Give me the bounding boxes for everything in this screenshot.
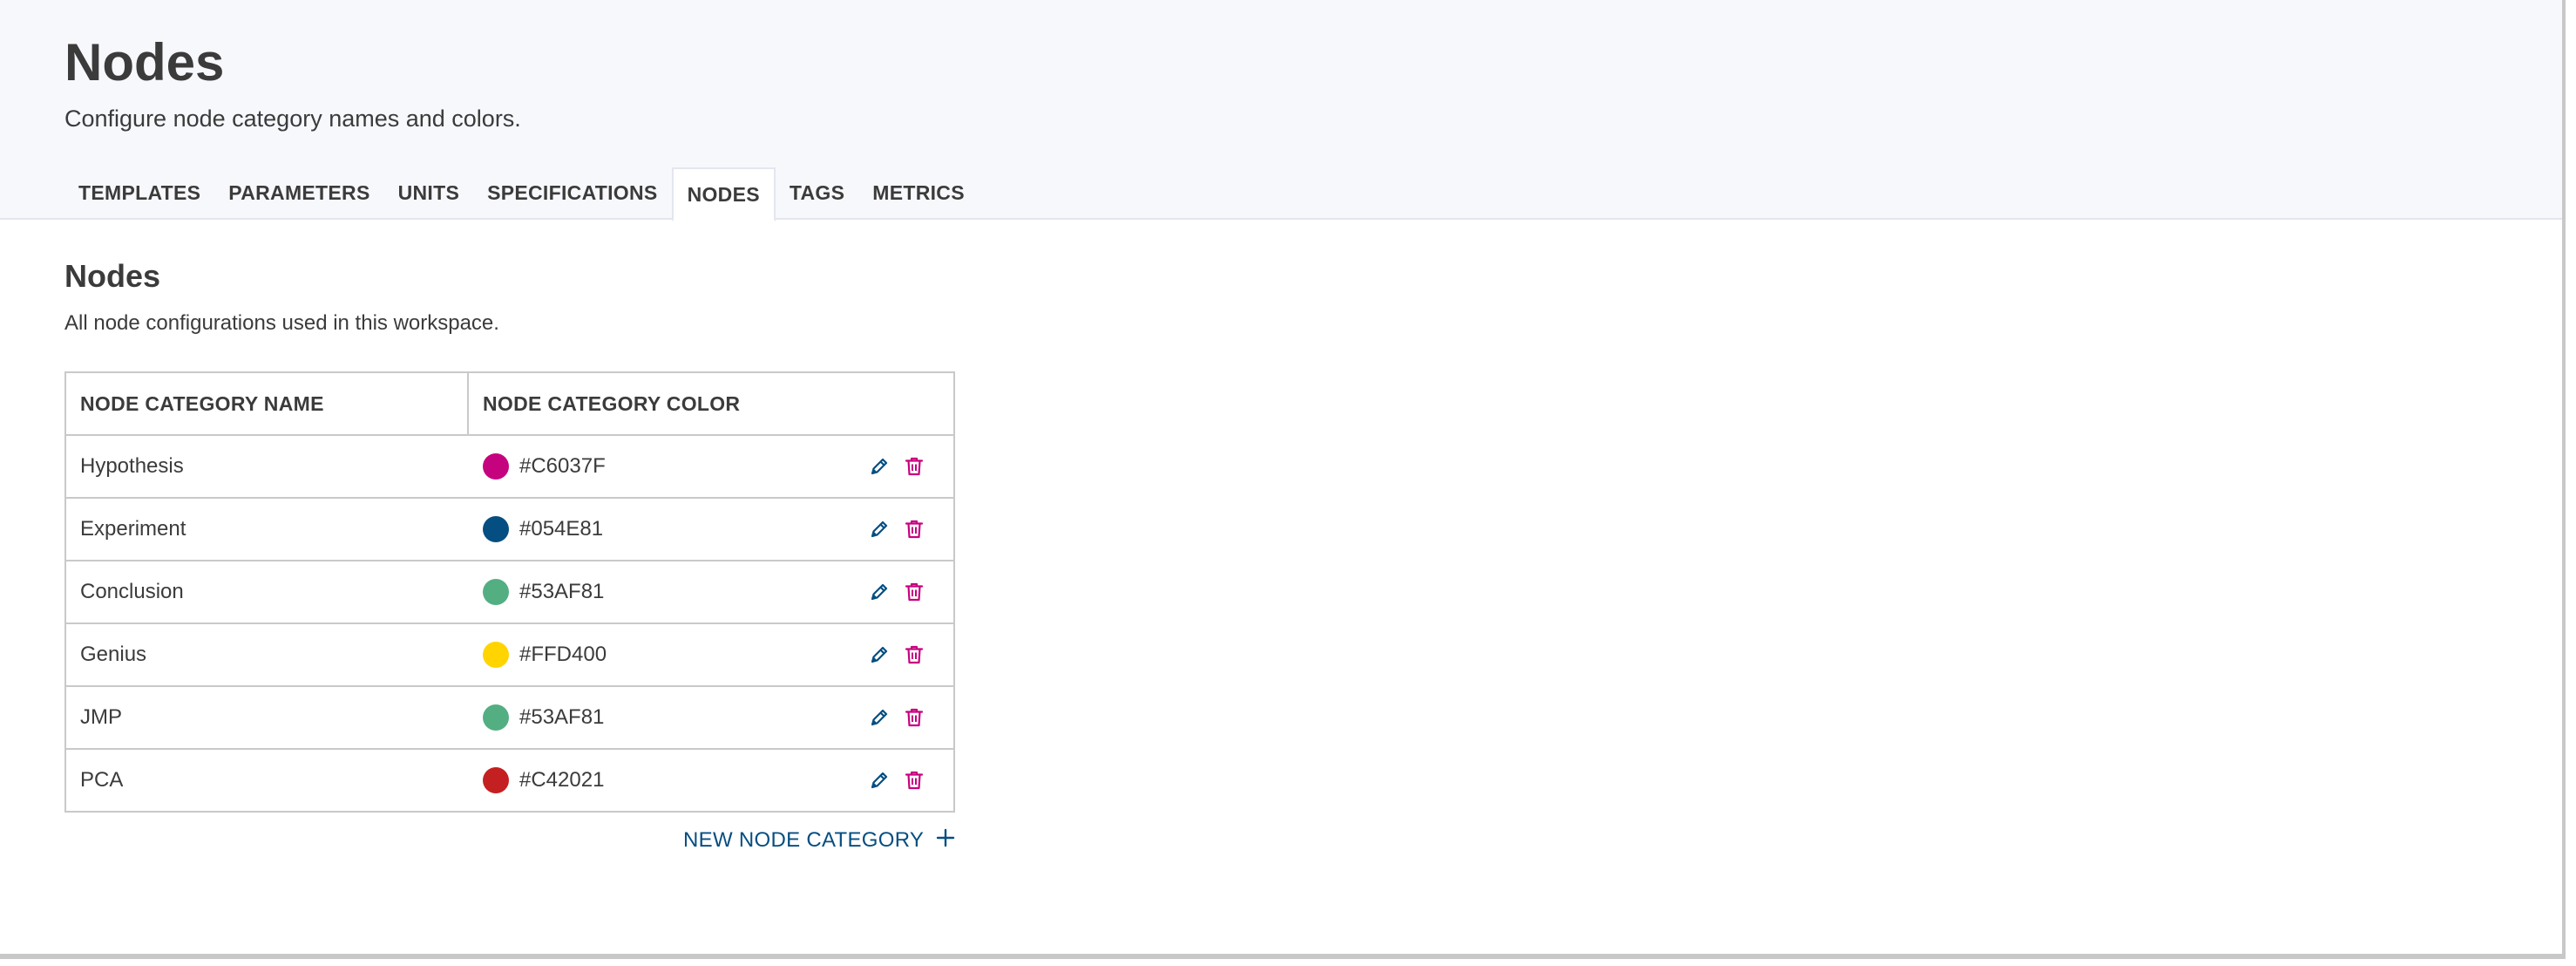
trash-icon[interactable] <box>901 704 927 731</box>
row-actions <box>866 579 927 605</box>
table-row: JMP #53AF81 <box>66 687 953 750</box>
color-swatch <box>483 516 509 542</box>
node-category-name: Genius <box>80 643 147 666</box>
color-hex: #53AF81 <box>519 580 605 603</box>
tab-templates[interactable]: TEMPLATES <box>64 166 214 220</box>
node-category-name: Conclusion <box>80 580 184 603</box>
color-swatch <box>483 704 509 731</box>
table-body: Hypothesis #C6037F Experiment #054E81 Conclu… <box>66 436 953 811</box>
page-title: Nodes <box>64 33 225 92</box>
pencil-icon[interactable] <box>866 579 892 605</box>
row-actions <box>866 453 927 480</box>
node-category-color-cell: #C42021 <box>469 750 953 811</box>
color-swatch <box>483 453 509 480</box>
pencil-icon[interactable] <box>866 704 892 731</box>
trash-icon[interactable] <box>901 579 927 605</box>
trash-icon[interactable] <box>901 767 927 793</box>
color-hex: #054E81 <box>519 517 604 541</box>
app-window: Nodes Configure node category names and … <box>0 0 2566 959</box>
node-category-color-cell: #FFD400 <box>469 624 953 685</box>
pencil-icon[interactable] <box>866 453 892 480</box>
section-description: All node configurations used in this wor… <box>64 311 499 335</box>
node-category-name: Experiment <box>80 517 186 541</box>
node-category-name: JMP <box>80 705 122 729</box>
trash-icon[interactable] <box>901 453 927 480</box>
page-header: Nodes Configure node category names and … <box>0 0 2562 221</box>
table-row: Experiment #054E81 <box>66 499 953 561</box>
tab-tags[interactable]: TAGS <box>776 166 858 220</box>
settings-tabs: TEMPLATES PARAMETERS UNITS SPECIFICATION… <box>64 166 979 221</box>
tab-specifications[interactable]: SPECIFICATIONS <box>473 166 671 220</box>
node-category-color-cell: #054E81 <box>469 499 953 560</box>
color-hex: #C6037F <box>519 454 606 478</box>
row-actions <box>866 516 927 542</box>
column-header-name: NODE CATEGORY NAME <box>66 373 469 434</box>
row-actions <box>866 704 927 731</box>
table-row: Conclusion #53AF81 <box>66 561 953 624</box>
trash-icon[interactable] <box>901 642 927 668</box>
new-node-category-button[interactable]: NEW NODE CATEGORY <box>683 823 955 858</box>
tab-metrics[interactable]: METRICS <box>858 166 979 220</box>
node-category-color-cell: #53AF81 <box>469 561 953 622</box>
plus-icon <box>936 828 955 854</box>
pencil-icon[interactable] <box>866 642 892 668</box>
tab-parameters[interactable]: PARAMETERS <box>214 166 383 220</box>
table-header-row: NODE CATEGORY NAME NODE CATEGORY COLOR <box>66 373 953 436</box>
page-subtitle: Configure node category names and colors… <box>64 105 521 132</box>
trash-icon[interactable] <box>901 516 927 542</box>
color-swatch <box>483 642 509 668</box>
table-row: Hypothesis #C6037F <box>66 436 953 499</box>
color-hex: #C42021 <box>519 768 605 792</box>
node-category-name: Hypothesis <box>80 454 184 478</box>
row-actions <box>866 642 927 668</box>
node-category-color-cell: #53AF81 <box>469 687 953 748</box>
node-category-color-cell: #C6037F <box>469 436 953 497</box>
pencil-icon[interactable] <box>866 767 892 793</box>
color-hex: #FFD400 <box>519 643 607 666</box>
table-row: Genius #FFD400 <box>66 624 953 687</box>
color-hex: #53AF81 <box>519 705 605 729</box>
tab-nodes[interactable]: NODES <box>671 167 776 221</box>
column-header-color: NODE CATEGORY COLOR <box>483 391 741 415</box>
section-title: Nodes <box>64 258 161 294</box>
color-swatch <box>483 579 509 605</box>
row-actions <box>866 767 927 793</box>
node-category-name: PCA <box>80 768 124 792</box>
pencil-icon[interactable] <box>866 516 892 542</box>
node-category-table: NODE CATEGORY NAME NODE CATEGORY COLOR H… <box>64 371 955 813</box>
color-swatch <box>483 767 509 793</box>
new-node-category-label: NEW NODE CATEGORY <box>683 828 925 852</box>
tab-units[interactable]: UNITS <box>384 166 474 220</box>
table-row: PCA #C42021 <box>66 750 953 811</box>
